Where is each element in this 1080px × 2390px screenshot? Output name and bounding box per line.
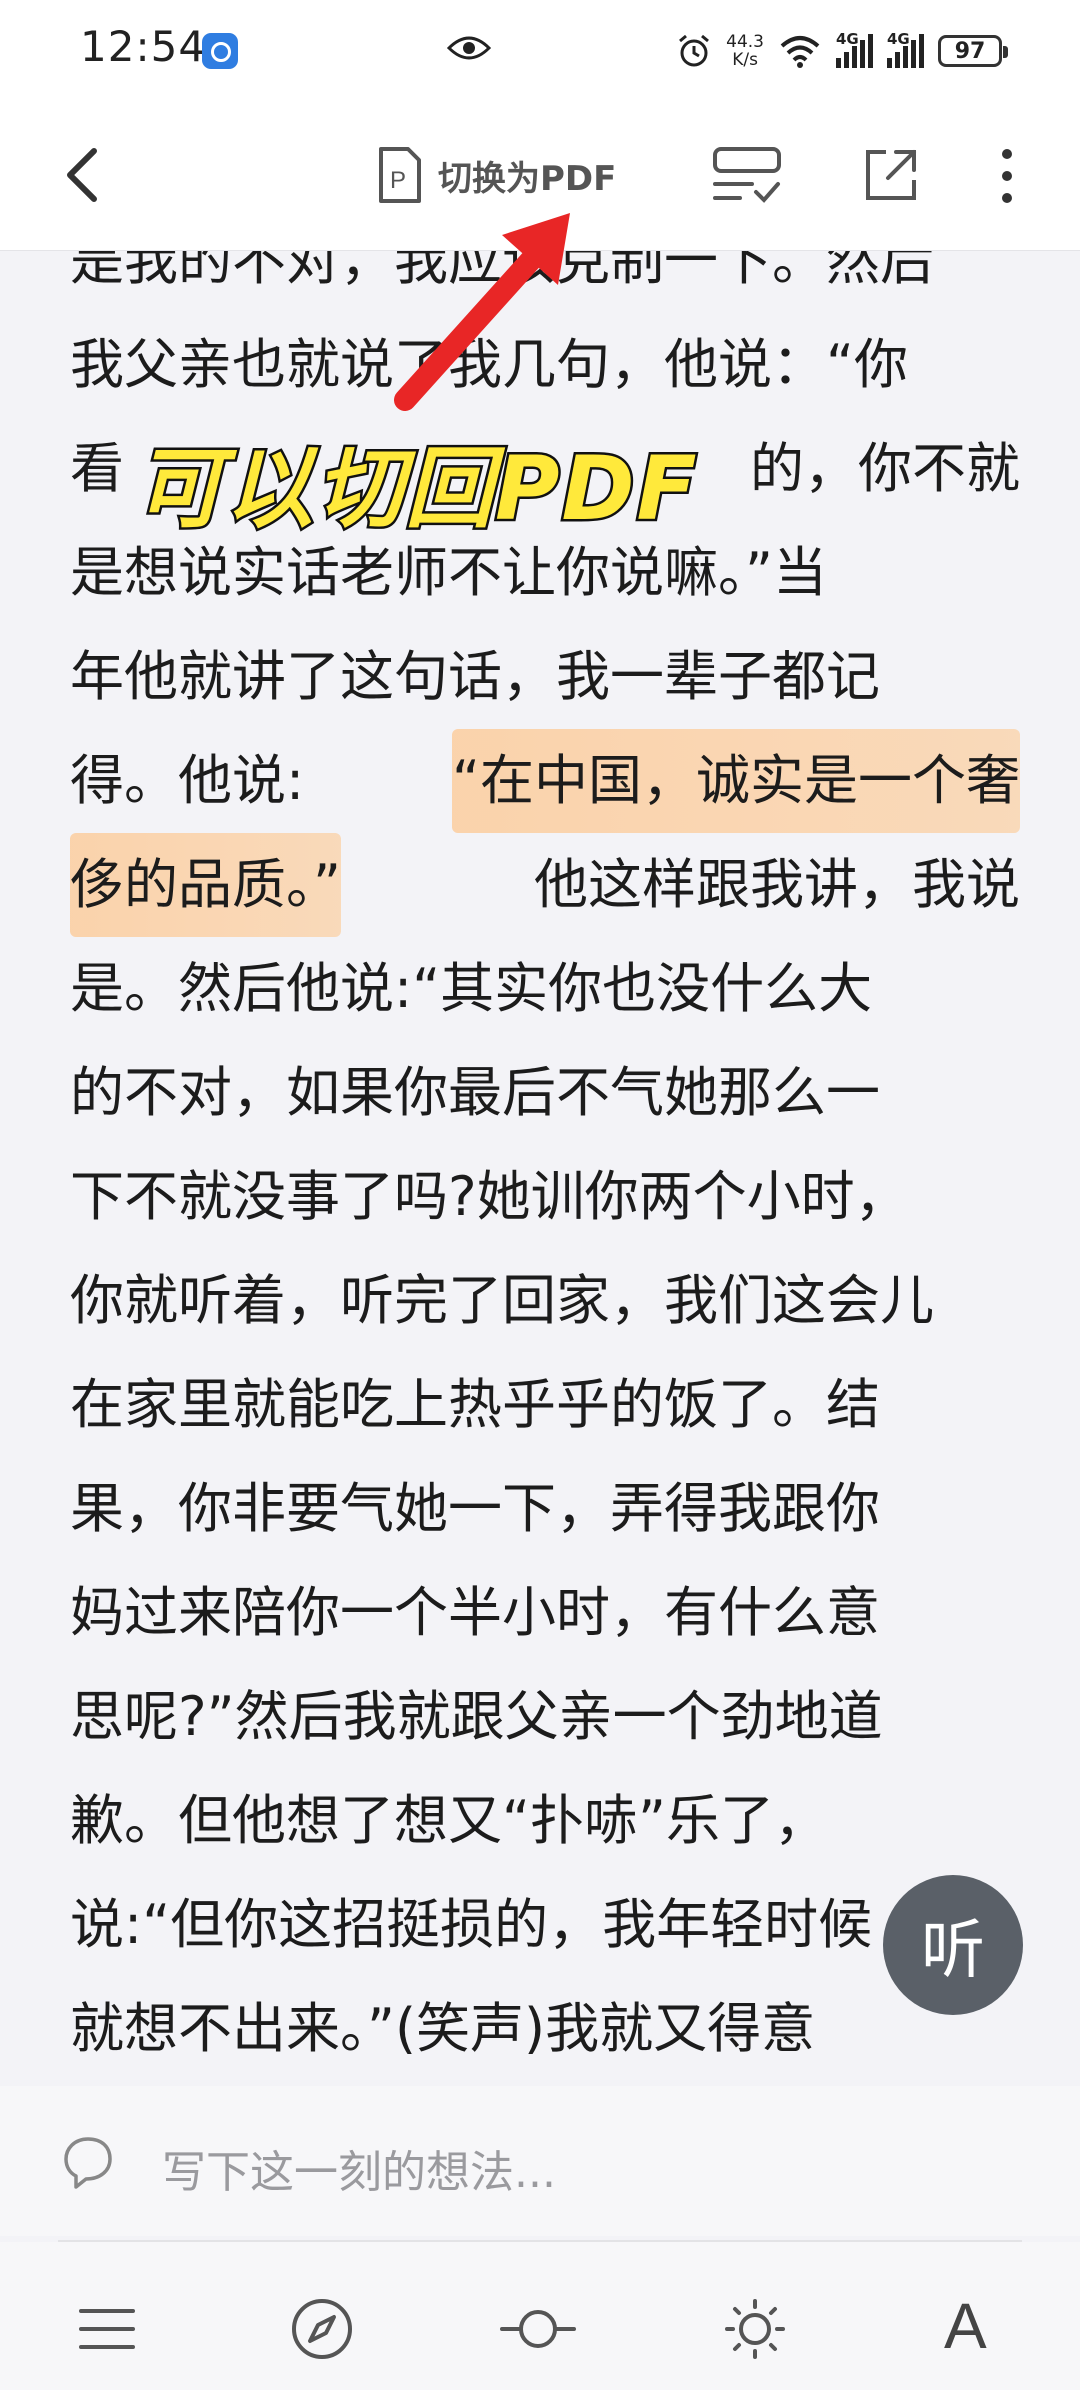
- battery-level: 97: [954, 38, 986, 64]
- alarm-icon: [679, 34, 710, 67]
- eye-icon: [447, 36, 491, 60]
- thought-bubble-icon: [64, 2137, 112, 2189]
- comment-input[interactable]: 写下这一刻的想法...: [162, 2136, 556, 2200]
- highlighted-text[interactable]: “在中国，诚实是一个奢: [452, 729, 1020, 833]
- text-line: 得。他说: “在中国，诚实是一个奢: [70, 729, 1020, 833]
- svg-text:P: P: [390, 167, 406, 194]
- text-line: 说:“但你这招挺损的，我年轻时候: [70, 1893, 873, 1956]
- reading-mode-icon[interactable]: [712, 146, 782, 206]
- signal-icon-1: 4G: [836, 30, 873, 68]
- annotation-caption: 可以切回PDF: [133, 435, 700, 543]
- signal-icon-2: 4G: [887, 30, 924, 68]
- network-speed: 44.3 K/s: [726, 33, 764, 69]
- text-line: 你就听着，听完了回家，我们这会儿: [70, 1269, 934, 1332]
- wifi-icon: [780, 36, 820, 68]
- status-bar: 12:54 44.3 K/s 4G 4G 97: [0, 0, 1080, 100]
- switch-to-pdf-label: 切换为PDF: [438, 158, 617, 199]
- text-line: 妈过来陪你一个半小时，有什么意: [70, 1581, 880, 1644]
- text-line: 歉。但他想了想又“扑哧”乐了，: [70, 1789, 828, 1852]
- brightness-icon[interactable]: [720, 2297, 790, 2361]
- red-arrow-annotation: [394, 213, 570, 411]
- network-speed-unit: K/s: [732, 50, 758, 70]
- text-line: 侈的品质。” 他这样跟我讲，我说: [70, 833, 1020, 937]
- progress-slider-icon[interactable]: [500, 2297, 576, 2361]
- listen-button[interactable]: 听: [883, 1875, 1023, 2015]
- menu-icon[interactable]: [78, 2297, 136, 2361]
- text-line: 是。然后他说:“其实你也没什么大: [70, 957, 873, 1020]
- more-options-icon[interactable]: [1000, 146, 1014, 206]
- clock-app-icon: [202, 33, 238, 69]
- highlighted-text[interactable]: 侈的品质。”: [70, 833, 341, 937]
- text-line: 思呢?”然后我就跟父亲一个劲地道: [70, 1685, 883, 1748]
- back-icon[interactable]: [58, 145, 112, 205]
- status-indicators: 44.3 K/s 4G 4G 97: [676, 26, 1008, 76]
- switch-to-pdf-button[interactable]: P 切换为PDF: [378, 145, 616, 205]
- compass-icon[interactable]: [290, 2297, 354, 2361]
- pdf-file-icon: P: [379, 147, 421, 203]
- font-size-button[interactable]: A: [944, 2294, 1000, 2358]
- status-time: 12:54: [80, 22, 207, 71]
- network-speed-value: 44.3: [726, 32, 764, 52]
- text-line: 年他就讲了这句话，我一辈子都记: [70, 645, 880, 708]
- text-line: 在家里就能吃上热乎乎的饭了。结: [70, 1373, 880, 1436]
- battery-icon: 97: [938, 35, 1008, 67]
- bottom-nav: A: [0, 2242, 1080, 2390]
- text-line: 的不对，如果你最后不气她那么一: [70, 1061, 880, 1124]
- share-icon[interactable]: [862, 146, 920, 204]
- text-line: 下不就没事了吗?她训你两个小时，: [70, 1165, 909, 1228]
- text-line: 就想不出来。”(笑声)我就又得意: [70, 1997, 816, 2060]
- text-line: 果，你非要气她一下，弄得我跟你: [70, 1477, 880, 1540]
